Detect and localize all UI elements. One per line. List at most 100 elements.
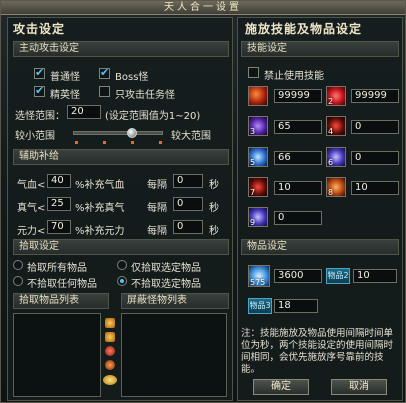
power-suffix: %补充元力 xyxy=(75,226,125,237)
mp-suffix: %补充真气 xyxy=(75,203,125,214)
add-right-icon[interactable] xyxy=(105,318,115,328)
pickup-list-header: 拾取物品列表 xyxy=(13,293,109,309)
item-2-value[interactable]: 10 xyxy=(353,269,397,283)
pickup-selected-radio[interactable] xyxy=(117,260,127,270)
boss-monster-checkbox[interactable] xyxy=(99,66,110,79)
item-1-count: 575 xyxy=(250,278,266,287)
attack-settings-title: 攻击设定 xyxy=(13,22,66,36)
pickup-all-label: 拾取所有物品 xyxy=(27,263,87,274)
clear-icon[interactable] xyxy=(105,360,115,370)
boss-monster-label: Boss怪 xyxy=(115,72,149,83)
skill-8-value[interactable]: 10 xyxy=(351,181,399,195)
range-input[interactable]: 20 xyxy=(67,105,101,119)
item-3-slot[interactable]: 物品3 xyxy=(248,298,272,314)
mp-unit: 秒 xyxy=(209,203,219,214)
skill-item-title: 施放技能及物品设定 xyxy=(245,22,363,36)
skill-5-value[interactable]: 66 xyxy=(274,151,322,165)
skill-1-value[interactable]: 99999 xyxy=(274,89,322,103)
slider-min-label: 较小范围 xyxy=(15,131,55,142)
fire-swirl-icon[interactable] xyxy=(248,86,268,106)
skill-8-badge: 8 xyxy=(328,188,334,197)
hp-unit: 秒 xyxy=(209,180,219,191)
hp-suffix: %补充气血 xyxy=(75,180,125,191)
skill-9-value[interactable]: 0 xyxy=(274,211,322,225)
skill-settings-header: 技能设定 xyxy=(241,41,399,57)
slider-tick xyxy=(75,141,78,144)
dark-red-icon[interactable]: 4 xyxy=(326,116,346,136)
slider-tick xyxy=(159,141,162,144)
slider-tick xyxy=(103,141,106,144)
mp-every-label: 每隔 xyxy=(147,203,167,214)
skill-3-badge: 3 xyxy=(250,127,256,136)
cancel-button[interactable]: 取消 xyxy=(331,379,387,395)
pickup-all-radio[interactable] xyxy=(13,260,23,270)
mp-interval-input[interactable]: 0 xyxy=(173,197,203,211)
interval-note: 注：技能施放及物品使用间隔时间单位为秒，两个技能设定的使用间隔时间相同，会优先施… xyxy=(241,328,394,375)
red-orb-icon[interactable]: 2 xyxy=(326,86,346,106)
disable-skills-label: 禁止使用技能 xyxy=(264,71,324,82)
power-label: 元力< xyxy=(17,226,46,237)
settings-window: 天人合一设置 攻击设定 主动攻击设定 普通怪 Boss怪 精英怪 只攻击任务怪 … xyxy=(0,0,406,403)
ok-button[interactable]: 确定 xyxy=(253,379,309,395)
range-slider-track[interactable] xyxy=(73,131,163,135)
block-monster-list[interactable] xyxy=(121,313,227,397)
hp-label: 气血< xyxy=(17,180,46,191)
assist-header: 辅助补给 xyxy=(13,149,229,165)
skill-7-value[interactable]: 10 xyxy=(274,181,322,195)
skill-4-badge: 4 xyxy=(328,127,334,136)
skip-selected-label: 不拾取选定物品 xyxy=(131,279,201,290)
window-title: 天人合一设置 xyxy=(1,1,405,15)
blue-sparkle-icon[interactable]: 5 xyxy=(248,147,268,167)
item-3-value[interactable]: 18 xyxy=(274,299,318,313)
elite-monster-label: 精英怪 xyxy=(50,90,80,101)
skill-4-value[interactable]: 0 xyxy=(351,120,399,134)
pickup-selected-label: 仅拾取选定物品 xyxy=(131,263,201,274)
red-slash-icon[interactable]: 7 xyxy=(248,177,268,197)
disable-skills-checkbox[interactable] xyxy=(248,67,259,78)
hp-interval-input[interactable]: 0 xyxy=(173,174,203,188)
skill-6-badge: 6 xyxy=(328,158,334,167)
pick-target-icon[interactable] xyxy=(103,375,117,385)
violet-rune-icon[interactable]: 9 xyxy=(248,207,268,227)
normal-monster-checkbox[interactable] xyxy=(34,66,45,79)
pickup-none-radio[interactable] xyxy=(13,276,23,286)
quest-monster-only-checkbox[interactable] xyxy=(99,86,110,97)
hp-threshold-input[interactable]: 40 xyxy=(47,174,71,188)
range-label: 选怪范围： xyxy=(15,111,65,122)
skill-9-badge: 9 xyxy=(250,218,256,227)
skill-6-value[interactable]: 0 xyxy=(351,151,399,165)
add-left-icon[interactable] xyxy=(105,332,115,342)
skill-3-value[interactable]: 65 xyxy=(274,120,322,134)
item-settings-header: 物品设定 xyxy=(241,239,399,255)
power-interval-input[interactable]: 0 xyxy=(173,220,203,234)
slider-max-label: 较大范围 xyxy=(171,131,211,142)
purple-flame-icon[interactable]: 3 xyxy=(248,116,268,136)
orange-flame-icon[interactable]: 8 xyxy=(326,177,346,197)
blue-burst-icon[interactable]: 6 xyxy=(326,147,346,167)
block-list-header: 屏蔽怪物列表 xyxy=(121,293,229,309)
normal-monster-label: 普通怪 xyxy=(50,72,80,83)
auto-attack-header: 主动攻击设定 xyxy=(13,41,229,57)
elite-monster-checkbox[interactable] xyxy=(34,84,45,97)
quest-monster-only-label: 只攻击任务怪 xyxy=(115,90,175,101)
item-2-slot[interactable]: 物品2 xyxy=(326,268,350,284)
pickup-item-list[interactable] xyxy=(13,313,101,397)
mp-label: 真气< xyxy=(17,203,46,214)
power-threshold-input[interactable]: 70 xyxy=(47,220,71,234)
power-every-label: 每隔 xyxy=(147,226,167,237)
range-hint: (设定范围值为1~20) xyxy=(105,111,201,122)
skill-7-badge: 7 xyxy=(250,188,256,197)
skip-selected-radio[interactable] xyxy=(117,276,127,286)
pickup-none-label: 不拾取任何物品 xyxy=(27,279,97,290)
glowing-orb-icon[interactable]: 575 xyxy=(248,265,270,287)
skill-2-value[interactable]: 99999 xyxy=(351,89,399,103)
pickup-header: 拾取设定 xyxy=(13,239,229,255)
mp-threshold-input[interactable]: 25 xyxy=(47,197,71,211)
power-unit: 秒 xyxy=(209,226,219,237)
item-1-value[interactable]: 3600 xyxy=(274,269,322,283)
skill-5-badge: 5 xyxy=(250,158,256,167)
skill-2-badge: 2 xyxy=(328,97,334,106)
hp-every-label: 每隔 xyxy=(147,180,167,191)
slider-tick xyxy=(131,141,134,144)
remove-icon[interactable] xyxy=(105,346,115,356)
